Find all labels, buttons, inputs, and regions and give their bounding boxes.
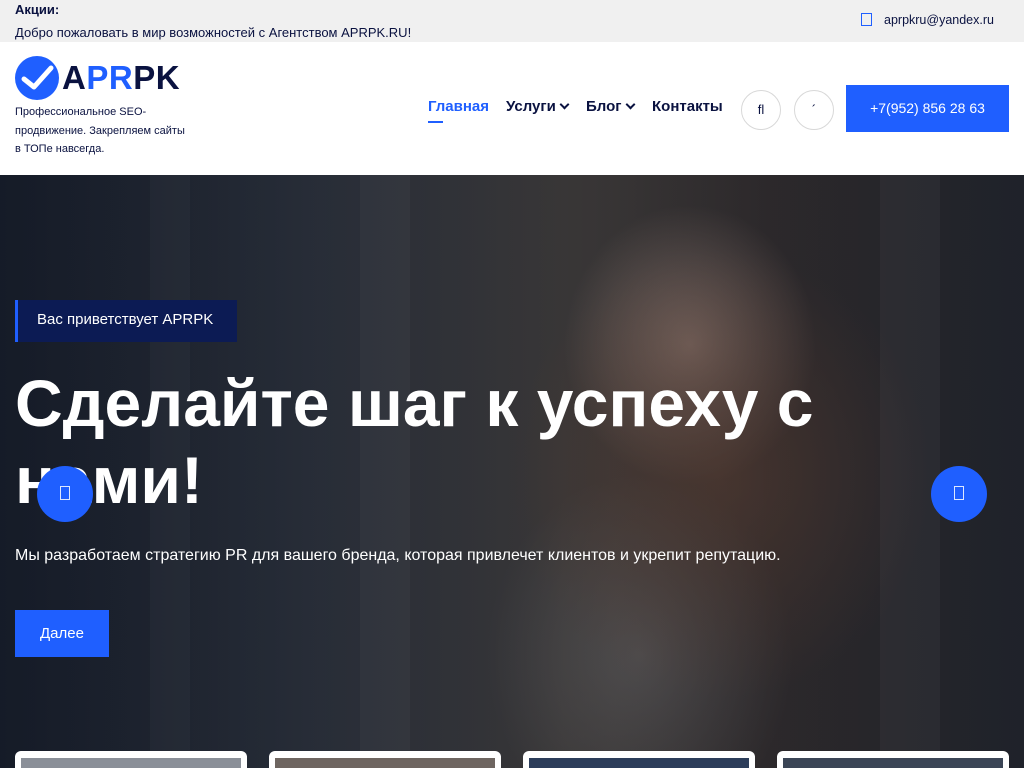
nav-item-home[interactable]: Главная bbox=[428, 98, 490, 123]
arrow-right-icon bbox=[954, 486, 964, 500]
search-icon: fl bbox=[757, 102, 765, 117]
logo-segment: PR bbox=[86, 59, 134, 96]
nav-item-label: Услуги bbox=[506, 98, 556, 115]
top-bar: Акции: Добро пожаловать в мир возможност… bbox=[0, 0, 1024, 42]
promo-label: Акции: bbox=[15, 2, 60, 17]
account-icon: ´ bbox=[811, 102, 817, 117]
hero-cta-button[interactable]: Далее bbox=[15, 610, 109, 657]
card-image bbox=[529, 758, 749, 768]
chevron-down-icon bbox=[559, 99, 570, 110]
site-header: APRPK Профессиональное SEO-продвижение. … bbox=[0, 42, 1024, 175]
card-image bbox=[275, 758, 495, 768]
hero-badge: Вас приветствует APRPK bbox=[15, 300, 237, 342]
nav-item-label: Главная bbox=[428, 98, 490, 115]
account-button[interactable]: ´ bbox=[794, 90, 834, 130]
email-link[interactable]: aprpkru@yandex.ru bbox=[884, 13, 994, 27]
slider-prev-button[interactable] bbox=[37, 466, 93, 522]
hero-title: Сделайте шаг к успеху с нами! bbox=[15, 366, 814, 517]
service-card[interactable] bbox=[15, 751, 247, 768]
nav-item-blog[interactable]: Блог bbox=[586, 98, 635, 115]
service-card[interactable] bbox=[777, 751, 1009, 768]
nav-item-label: Блог bbox=[586, 98, 622, 115]
logo-segment: A bbox=[62, 59, 87, 96]
hero-badge-text: Вас приветствует APRPK bbox=[37, 311, 214, 328]
nav-item-label: Контакты bbox=[652, 98, 723, 115]
hero-subtitle: Мы разработаем стратегию PR для вашего б… bbox=[15, 547, 781, 564]
arrow-left-icon bbox=[60, 486, 70, 500]
logo-segment: PK bbox=[133, 59, 181, 96]
phone-button[interactable]: +7(952) 856 28 63 bbox=[846, 85, 1009, 132]
nav-item-contacts[interactable]: Контакты bbox=[652, 98, 723, 115]
hero-slider: Вас приветствует APRPK Сделайте шаг к ус… bbox=[0, 175, 1024, 768]
active-indicator bbox=[428, 121, 443, 123]
card-image bbox=[783, 758, 1003, 768]
mail-icon bbox=[861, 13, 872, 26]
logo-check-icon[interactable] bbox=[15, 56, 59, 100]
chevron-down-icon bbox=[625, 99, 635, 110]
nav-item-services[interactable]: Услуги bbox=[506, 98, 570, 115]
logo-wordmark[interactable]: APRPK bbox=[62, 58, 180, 98]
service-card[interactable] bbox=[523, 751, 755, 768]
search-button[interactable]: fl bbox=[741, 90, 781, 130]
card-image bbox=[21, 758, 241, 768]
service-card[interactable] bbox=[269, 751, 501, 768]
site-tagline: Профессиональное SEO-продвижение. Закреп… bbox=[15, 106, 185, 155]
promo-text: Добро пожаловать в мир возможностей с Аг… bbox=[15, 25, 412, 40]
slider-next-button[interactable] bbox=[931, 466, 987, 522]
